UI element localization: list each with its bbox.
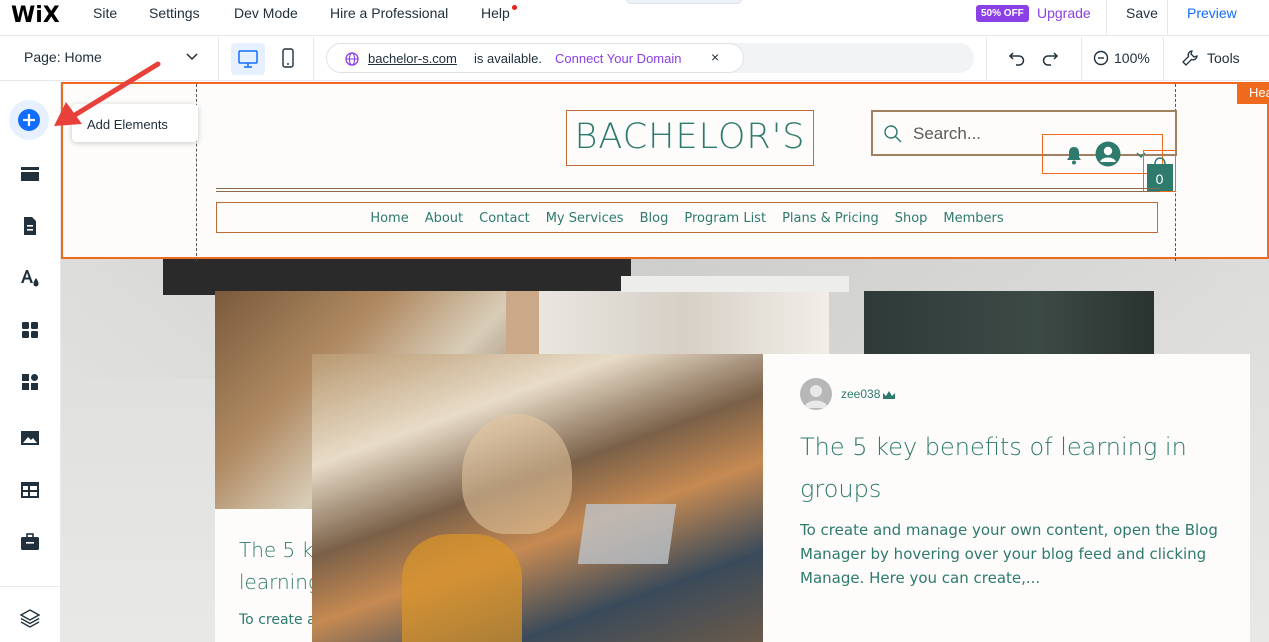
- wix-logo[interactable]: WiX: [11, 3, 60, 28]
- nav-item-about[interactable]: About: [425, 211, 463, 226]
- library-photo: [539, 291, 829, 354]
- nav-item-home[interactable]: Home: [370, 211, 408, 226]
- menu-dev-mode[interactable]: Dev Mode: [234, 5, 298, 21]
- header-divider: [216, 188, 1160, 192]
- featured-post-card[interactable]: zee038 The 5 key benefits of learning in…: [763, 354, 1250, 642]
- wrench-icon[interactable]: [1181, 49, 1199, 67]
- post-title[interactable]: The 5 key benefits of learning in groups: [800, 426, 1220, 510]
- business-apps-button[interactable]: [12, 364, 48, 400]
- design-icon: [21, 270, 39, 287]
- apps-icon: [22, 322, 38, 338]
- search-icon: [884, 125, 902, 143]
- desktop-view-button[interactable]: [231, 43, 265, 75]
- chalkboard-photo: [864, 291, 1154, 354]
- cms-button[interactable]: [12, 472, 48, 508]
- tools-button[interactable]: Tools: [1207, 50, 1240, 66]
- discount-badge[interactable]: 50% OFF: [976, 5, 1029, 22]
- divider: [986, 37, 987, 81]
- table-icon: [21, 482, 39, 498]
- nav-item-contact[interactable]: Contact: [479, 211, 530, 226]
- post-excerpt: To create and manage your own content, o…: [800, 521, 1218, 587]
- editor-root: WiX Site Settings Dev Mode Hire a Profes…: [0, 0, 1269, 642]
- zoom-out-icon[interactable]: [1093, 50, 1109, 66]
- domain-bar: bachelor-s.com is available. Connect You…: [326, 43, 974, 73]
- pages-button[interactable]: [12, 208, 48, 244]
- domain-name-link[interactable]: bachelor-s.com: [368, 51, 457, 66]
- top-menu-bar: WiX Site Settings Dev Mode Hire a Profes…: [0, 0, 1269, 36]
- domain-status-text: is available.: [474, 51, 542, 66]
- divider: [1163, 37, 1164, 81]
- divider: [1167, 0, 1168, 36]
- site-logo-frame[interactable]: BACHELOR'S: [566, 110, 814, 166]
- nav-menu: Home About Contact My Services Blog Program L…: [217, 209, 1157, 227]
- classroom-photo: [506, 291, 540, 354]
- site-header[interactable]: BACHELOR'S Search... 0 Home About Contact M…: [61, 82, 1269, 261]
- cart-count: 0: [1155, 171, 1164, 187]
- pages-icon: [24, 217, 36, 235]
- sections-icon: [21, 167, 39, 181]
- close-icon[interactable]: ×: [711, 49, 719, 65]
- apps-button[interactable]: [12, 312, 48, 348]
- undo-icon[interactable]: [1008, 50, 1026, 66]
- preview-button[interactable]: Preview: [1187, 5, 1237, 21]
- search-placeholder: Search...: [913, 124, 982, 143]
- site-tab-handle[interactable]: [626, 0, 742, 4]
- puzzle-icon: [22, 374, 38, 390]
- nav-item-plans-pricing[interactable]: Plans & Pricing: [782, 211, 879, 226]
- chevron-down-icon[interactable]: [185, 50, 199, 64]
- featured-post-photo[interactable]: [312, 354, 763, 642]
- divider: [218, 37, 219, 81]
- add-elements-icon: [18, 109, 40, 131]
- header-label-tag[interactable]: Hea: [1237, 82, 1269, 104]
- frame-edge: [621, 276, 849, 292]
- menu-hire-professional[interactable]: Hire a Professional: [330, 5, 448, 21]
- editor-canvas[interactable]: The 5 ke learning To create a zee038 The…: [61, 82, 1269, 642]
- design-button[interactable]: [12, 260, 48, 296]
- nav-item-program-list[interactable]: Program List: [684, 211, 766, 226]
- left-sidebar: [0, 82, 61, 642]
- annotation-arrow: [54, 61, 161, 126]
- media-button[interactable]: [12, 420, 48, 456]
- image-icon: [21, 431, 39, 445]
- menu-settings[interactable]: Settings: [149, 5, 200, 21]
- zoom-level[interactable]: 100%: [1114, 50, 1150, 66]
- sidebar-divider: [0, 586, 60, 587]
- redo-icon[interactable]: [1041, 50, 1059, 66]
- nav-item-my-services[interactable]: My Services: [546, 211, 624, 226]
- divider: [1081, 37, 1082, 81]
- site-logo: BACHELOR'S: [574, 117, 806, 157]
- avatar[interactable]: [800, 378, 832, 410]
- nav-item-shop[interactable]: Shop: [895, 211, 928, 226]
- member-avatar-icon[interactable]: [1095, 141, 1121, 167]
- nav-item-blog[interactable]: Blog: [640, 211, 669, 226]
- layers-icon: [20, 609, 40, 628]
- notification-dot: [512, 5, 517, 10]
- nav-item-members[interactable]: Members: [943, 211, 1003, 226]
- crown-icon: [883, 391, 895, 399]
- divider: [1106, 0, 1107, 36]
- menu-help[interactable]: Help: [481, 5, 510, 21]
- connect-domain-link[interactable]: Connect Your Domain: [555, 51, 681, 66]
- editor-toolbar: Page: Home bachelor-s.com is available. …: [0, 37, 1269, 81]
- add-elements-button[interactable]: [9, 100, 49, 140]
- save-button[interactable]: Save: [1126, 5, 1158, 21]
- cart-button[interactable]: 0: [1143, 150, 1176, 192]
- layers-button[interactable]: [12, 600, 48, 636]
- site-navigation[interactable]: Home About Contact My Services Blog Program L…: [216, 202, 1158, 233]
- mobile-icon[interactable]: [277, 45, 299, 73]
- bell-icon[interactable]: [1065, 145, 1083, 165]
- domain-notice: bachelor-s.com is available. Connect You…: [326, 43, 744, 73]
- desktop-icon: [238, 50, 258, 68]
- sections-button[interactable]: [12, 156, 48, 192]
- author-name[interactable]: zee038: [841, 387, 880, 401]
- globe-icon: [345, 52, 359, 66]
- divider: [313, 37, 314, 81]
- briefcase-icon: [21, 533, 39, 550]
- menu-site[interactable]: Site: [93, 5, 117, 21]
- upgrade-link[interactable]: Upgrade: [1037, 5, 1091, 21]
- portfolio-button[interactable]: [12, 524, 48, 560]
